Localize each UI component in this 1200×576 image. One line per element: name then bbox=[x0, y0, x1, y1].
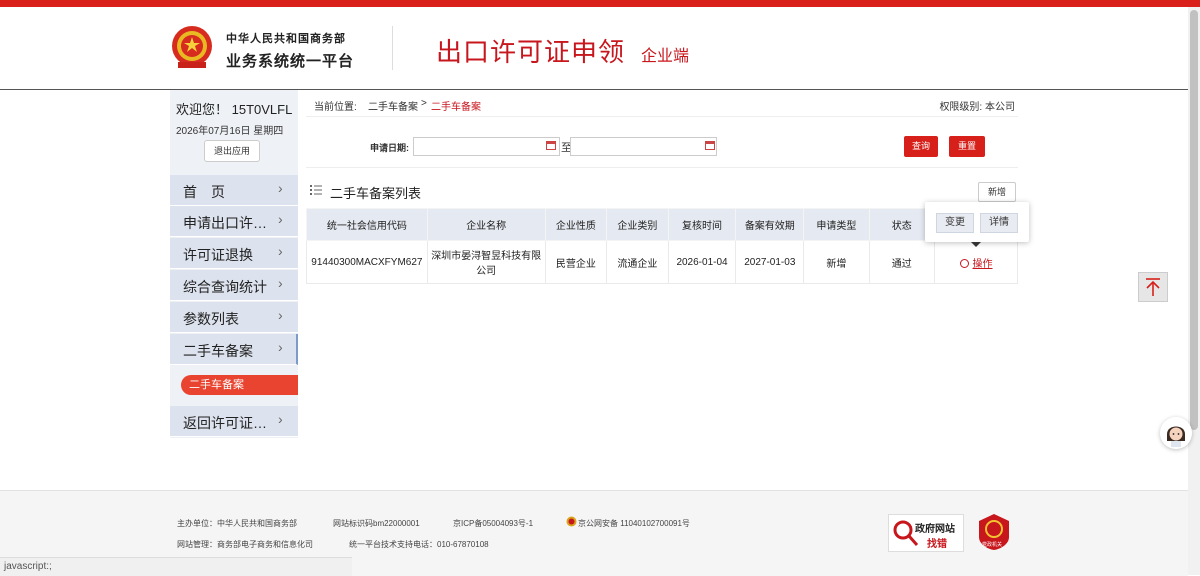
gear-icon bbox=[959, 258, 969, 268]
sidebar-item-label: 综合查询统计 bbox=[183, 279, 267, 295]
footer-site-id: 网站标识码bm22000001 bbox=[333, 519, 420, 528]
chevron-right-icon: › bbox=[278, 411, 283, 427]
chevron-right-icon: › bbox=[278, 275, 283, 291]
current-date: 2026年07月16日 星期四 bbox=[176, 126, 284, 137]
sidebar-item-apply-export[interactable]: 申请出口许… › bbox=[170, 206, 298, 237]
header-divider bbox=[392, 26, 393, 70]
sidebar-item-label: 参数列表 bbox=[183, 311, 239, 327]
chevron-right-icon: › bbox=[278, 339, 283, 355]
top-red-bar bbox=[0, 0, 1200, 7]
breadcrumb-separator: > bbox=[421, 98, 427, 109]
assistant-avatar-icon[interactable] bbox=[1160, 417, 1192, 449]
org-name-line2: 业务系统统一平台 bbox=[226, 53, 355, 70]
sidebar-item-label: 二手车备案 bbox=[183, 343, 253, 359]
footer-icp[interactable]: 京ICP备05004093号-1 bbox=[453, 518, 533, 529]
police-badge-icon bbox=[566, 516, 577, 527]
cell-apply-type: 新增 bbox=[803, 240, 870, 284]
query-button[interactable]: 查询 bbox=[904, 136, 938, 157]
chevron-right-icon: › bbox=[278, 211, 283, 227]
column-header: 申请类型 bbox=[803, 208, 870, 241]
cell-status: 通过 bbox=[868, 240, 936, 284]
column-header: 统一社会信用代码 bbox=[306, 208, 428, 241]
party-gov-badge-label: 党政机关 bbox=[982, 542, 1003, 548]
sidebar-subitem-used-car[interactable]: 二手车备案 bbox=[181, 375, 298, 395]
chevron-right-icon: › bbox=[278, 307, 283, 323]
sidebar-item-used-car[interactable]: 二手车备案 › bbox=[170, 334, 298, 365]
cell-review-time: 2026-01-04 bbox=[667, 240, 737, 284]
badge-title: 政府网站 bbox=[915, 524, 955, 535]
records-table: 统一社会信用代码 企业名称 企业性质 企业类别 复核时间 备案有效期 申请类型 … bbox=[306, 208, 1018, 284]
divider bbox=[306, 167, 1018, 168]
breadcrumb-label: 当前位置: bbox=[314, 102, 357, 113]
column-header: 复核时间 bbox=[667, 208, 737, 241]
chevron-right-icon: › bbox=[278, 243, 283, 259]
footer-sponsor: 主办单位：中华人民共和国商务部 bbox=[177, 519, 297, 528]
page-title: 出口许可证申领 bbox=[436, 37, 626, 67]
sidebar-item-query-stats[interactable]: 综合查询统计 › bbox=[170, 270, 298, 301]
national-emblem-icon bbox=[172, 26, 212, 68]
column-header: 企业性质 bbox=[544, 208, 608, 241]
logout-button[interactable]: 退出应用 bbox=[204, 140, 260, 162]
party-gov-badge[interactable]: 党政机关 bbox=[977, 513, 1011, 551]
list-title: 二手车备案列表 bbox=[330, 186, 422, 201]
breadcrumb-current: 二手车备案 bbox=[431, 102, 481, 113]
operation-popup: 变更 详情 bbox=[925, 202, 1029, 247]
sidebar-item-label: 首 页 bbox=[183, 184, 225, 200]
sidebar-item-return-license[interactable]: 返回许可证… › bbox=[170, 406, 298, 437]
apply-date-label: 申请日期: bbox=[370, 143, 409, 153]
sidebar-item-label: 申请出口许… bbox=[183, 215, 267, 231]
cell-category: 流通企业 bbox=[606, 240, 669, 284]
sidebar-subitem-label: 二手车备案 bbox=[189, 379, 244, 391]
status-text: javascript:; bbox=[4, 561, 52, 572]
badge-subtitle: 找错 bbox=[927, 539, 947, 550]
cell-nature: 民营企业 bbox=[544, 240, 608, 284]
calendar-icon[interactable] bbox=[546, 141, 556, 150]
table-header-row: 统一社会信用代码 企业名称 企业性质 企业类别 复核时间 备案有效期 申请类型 … bbox=[306, 208, 1018, 241]
operation-link[interactable]: 操作 bbox=[973, 259, 993, 270]
scrollbar-thumb[interactable] bbox=[1190, 10, 1198, 430]
cell-company-name: 深圳市晏浔智昱科技有限公司 bbox=[426, 240, 546, 284]
detail-button[interactable]: 详情 bbox=[980, 213, 1018, 233]
footer-management: 网站管理：商务部电子商务和信息化司 bbox=[177, 540, 313, 549]
chevron-right-icon: › bbox=[278, 180, 283, 196]
calendar-icon[interactable] bbox=[705, 141, 715, 150]
footer-support-phone: 统一平台技术支持电话：010-67870108 bbox=[349, 540, 489, 549]
breadcrumb: 当前位置: 二手车备案 > 二手车备案 权限级别: 本公司 bbox=[306, 94, 1018, 117]
change-button[interactable]: 变更 bbox=[936, 213, 974, 233]
list-icon bbox=[310, 185, 322, 195]
page-subtitle: 企业端 bbox=[641, 48, 690, 65]
cell-valid-until: 2027-01-03 bbox=[735, 240, 805, 284]
reset-button[interactable]: 重置 bbox=[949, 136, 985, 157]
start-date-input[interactable] bbox=[413, 137, 560, 156]
welcome-text: 欢迎您！ 15T0VLFL bbox=[176, 102, 293, 117]
table-row: 91440300MACXFYM627 深圳市晏浔智昱科技有限公司 民营企业 流通… bbox=[306, 240, 1018, 284]
column-header: 企业类别 bbox=[606, 208, 669, 241]
browser-status-bar: javascript:; bbox=[0, 557, 352, 576]
sidebar-item-label: 返回许可证… bbox=[183, 415, 267, 431]
sidebar-item-home[interactable]: 首 页 › bbox=[170, 175, 298, 206]
column-header: 企业名称 bbox=[426, 208, 546, 241]
org-name-line1: 中华人民共和国商务部 bbox=[226, 33, 346, 45]
sidebar-item-params[interactable]: 参数列表 › bbox=[170, 302, 298, 333]
back-to-top-icon[interactable] bbox=[1138, 272, 1168, 302]
popup-arrow bbox=[971, 242, 981, 247]
sidebar-item-license-return[interactable]: 许可证退换 › bbox=[170, 238, 298, 269]
gov-site-error-badge[interactable]: 政府网站 找错 bbox=[888, 514, 964, 552]
end-date-input[interactable] bbox=[570, 137, 717, 156]
sidebar-item-label: 许可证退换 bbox=[183, 247, 253, 263]
cell-credit-code: 91440300MACXFYM627 bbox=[306, 240, 428, 284]
permission-level: 权限级别: 本公司 bbox=[939, 102, 1015, 113]
column-header: 备案有效期 bbox=[735, 208, 805, 241]
breadcrumb-level1[interactable]: 二手车备案 bbox=[368, 98, 418, 113]
add-button[interactable]: 新增 bbox=[978, 182, 1016, 202]
footer-police-record[interactable]: 京公网安备 11040102700091号 bbox=[578, 518, 690, 529]
